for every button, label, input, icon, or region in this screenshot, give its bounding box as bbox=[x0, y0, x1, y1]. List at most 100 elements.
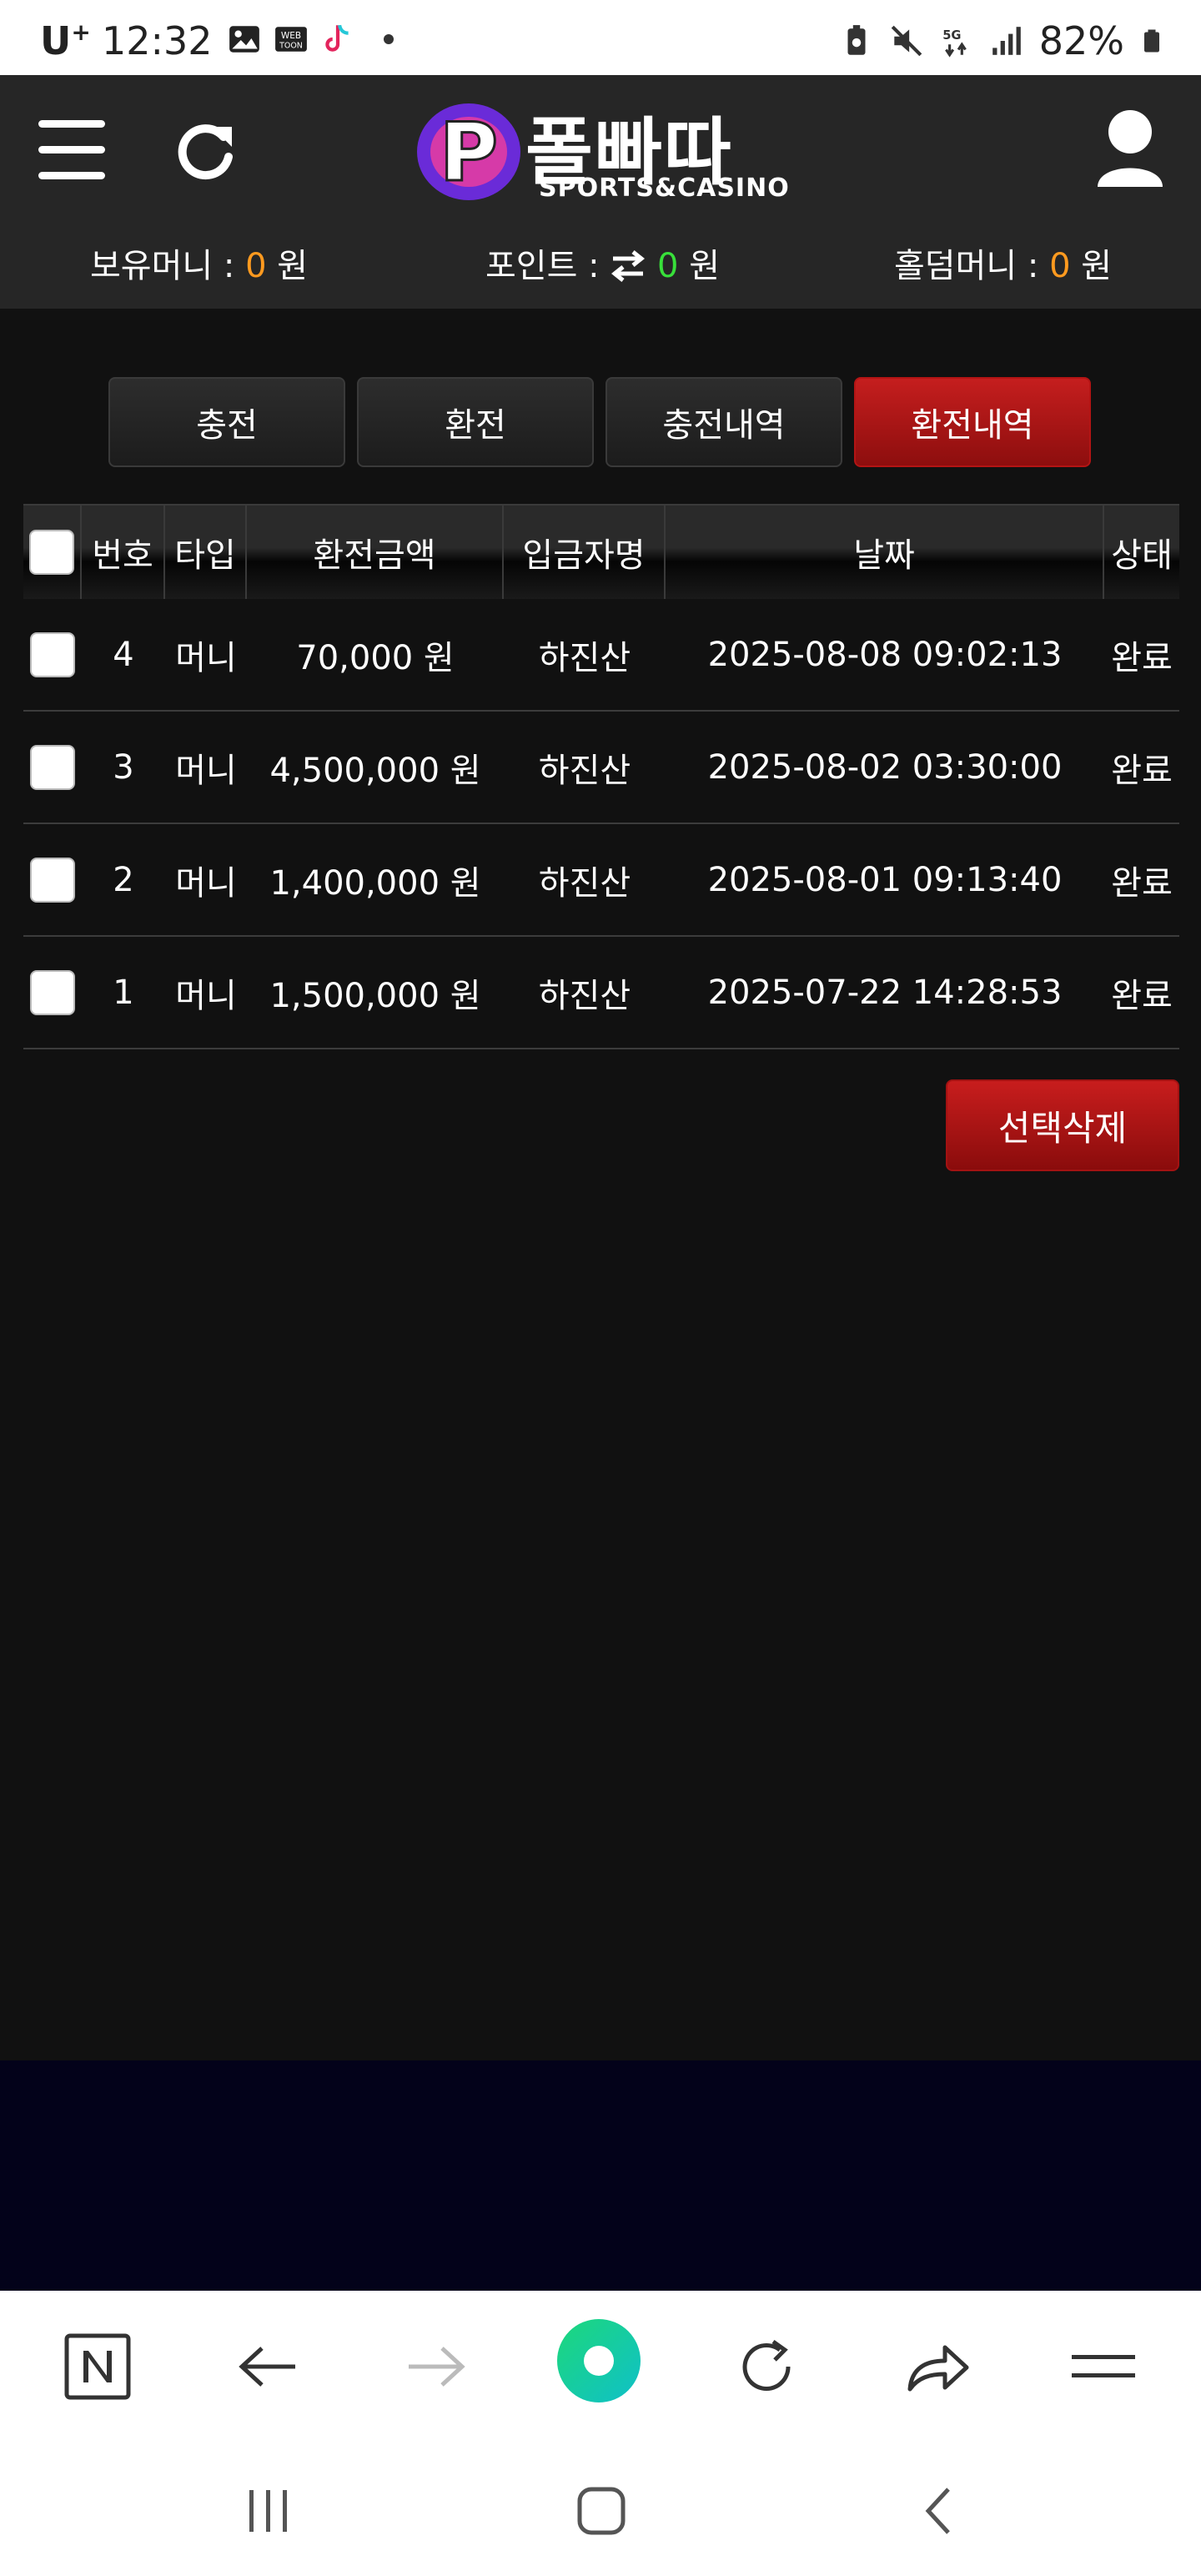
cell-type: 머니 bbox=[175, 638, 237, 677]
header-date: 날짜 bbox=[666, 506, 1104, 599]
balance-money: 보유머니 : 0 원 bbox=[90, 247, 309, 285]
cell-date: 2025-08-08 09:02:13 bbox=[707, 635, 1063, 674]
cell-type: 머니 bbox=[175, 863, 237, 903]
site-logo[interactable]: P 폴빠따 SPORTS&CASINO bbox=[409, 93, 801, 210]
refresh-button[interactable] bbox=[173, 117, 240, 184]
system-back-button[interactable] bbox=[901, 2478, 976, 2544]
tab-withdraw-history[interactable]: 환전내역 bbox=[854, 377, 1091, 467]
footer-band bbox=[0, 2060, 1201, 2291]
swap-arrows-icon[interactable] bbox=[610, 249, 646, 282]
cell-amount: 4,500,000 원 bbox=[269, 751, 481, 790]
chevron-left-icon bbox=[925, 2488, 950, 2534]
site-header: P 폴빠따 SPORTS&CASINO 보유머니 : 0 원 포인트 : 0 원… bbox=[0, 75, 1201, 309]
forward-button[interactable] bbox=[399, 2329, 474, 2404]
cell-amount: 70,000 원 bbox=[296, 638, 455, 677]
cell-depositor: 하진산 bbox=[538, 976, 631, 1015]
notification-dot-icon bbox=[384, 34, 394, 44]
browser-toolbar bbox=[0, 2291, 1201, 2444]
cell-depositor: 하진산 bbox=[538, 638, 631, 677]
header-depositor: 입금자명 bbox=[504, 506, 666, 599]
tab-bar: 충전 환전 충전내역 환전내역 bbox=[108, 377, 1091, 467]
cell-depositor: 하진산 bbox=[538, 863, 631, 903]
svg-text:P: P bbox=[440, 106, 498, 199]
header-amount: 환전금액 bbox=[247, 506, 504, 599]
cell-amount: 1,400,000 원 bbox=[269, 863, 481, 903]
holdem-value: 0 bbox=[1049, 247, 1071, 285]
cell-date: 2025-07-22 14:28:53 bbox=[707, 973, 1063, 1012]
cell-status: 완료 bbox=[1111, 863, 1173, 903]
share-arrow-icon bbox=[907, 2345, 969, 2392]
arrow-right-icon bbox=[409, 2347, 465, 2387]
user-button[interactable] bbox=[1093, 107, 1168, 190]
arrow-left-icon bbox=[239, 2347, 295, 2387]
delete-selected-button[interactable]: 선택삭제 bbox=[946, 1079, 1179, 1171]
balance-value: 0 bbox=[245, 247, 267, 285]
battery-icon bbox=[1144, 29, 1159, 53]
share-button[interactable] bbox=[899, 2329, 974, 2404]
holdem-money: 홀덤머니 : 0 원 bbox=[894, 247, 1113, 285]
cell-depositor: 하진산 bbox=[538, 751, 631, 790]
hamburger-icon bbox=[1072, 2355, 1135, 2377]
table-header: 번호 타입 환전금액 입금자명 날짜 상태 bbox=[23, 504, 1179, 599]
svg-text:TOON: TOON bbox=[279, 42, 303, 51]
naver-home-button[interactable] bbox=[60, 2329, 135, 2404]
tab-deposit[interactable]: 충전 bbox=[108, 377, 345, 467]
5g-icon: 5G bbox=[942, 28, 967, 58]
back-button[interactable] bbox=[230, 2329, 305, 2404]
select-all-checkbox[interactable] bbox=[29, 530, 74, 575]
logo-badge-icon: P bbox=[417, 103, 520, 201]
logo-subtitle: SPORTS&CASINO bbox=[539, 174, 790, 203]
withdraw-history-table: 번호 타입 환전금액 입금자명 날짜 상태 4 머니 70,000 원 하진산 … bbox=[23, 504, 1179, 1049]
svg-text:5G: 5G bbox=[942, 28, 961, 43]
row-checkbox[interactable] bbox=[30, 744, 75, 790]
reload-icon bbox=[742, 2339, 791, 2391]
header-status: 상태 bbox=[1111, 536, 1173, 575]
menu-button[interactable] bbox=[38, 115, 108, 185]
cell-date: 2025-08-02 03:30:00 bbox=[707, 747, 1063, 787]
point-money: 포인트 : 0 원 bbox=[485, 247, 721, 285]
green-circle-icon bbox=[557, 2319, 641, 2402]
home-square-icon bbox=[577, 2487, 626, 2535]
system-nav-bar bbox=[0, 2444, 1201, 2576]
table-row: 3 머니 4,500,000 원 하진산 2025-08-02 03:30:00… bbox=[23, 712, 1179, 824]
tab-withdraw[interactable]: 환전 bbox=[357, 377, 594, 467]
recent-apps-icon bbox=[249, 2490, 287, 2532]
green-dot-button[interactable] bbox=[555, 2317, 642, 2404]
refresh-icon bbox=[178, 124, 233, 180]
row-checkbox[interactable] bbox=[30, 631, 75, 677]
cell-no: 2 bbox=[113, 860, 134, 899]
row-checkbox[interactable] bbox=[30, 969, 75, 1015]
recent-apps-button[interactable] bbox=[230, 2478, 305, 2544]
cell-date: 2025-08-01 09:13:40 bbox=[707, 860, 1063, 899]
table-row: 4 머니 70,000 원 하진산 2025-08-08 09:02:13 완료 bbox=[23, 599, 1179, 712]
carrier-label: U+ bbox=[40, 18, 91, 63]
battery-percent: 82% bbox=[1038, 18, 1124, 63]
gallery-icon bbox=[229, 26, 259, 53]
cell-no: 3 bbox=[113, 747, 134, 787]
table-row: 1 머니 1,500,000 원 하진산 2025-07-22 14:28:53… bbox=[23, 937, 1179, 1049]
naver-n-icon bbox=[64, 2333, 131, 2400]
cell-type: 머니 bbox=[175, 751, 237, 790]
cell-status: 완료 bbox=[1111, 751, 1173, 790]
status-bar: U+ 12:32 WEB TOON 5G 82% bbox=[0, 0, 1201, 75]
user-icon bbox=[1098, 110, 1163, 187]
mute-icon bbox=[891, 25, 922, 57]
table-row: 2 머니 1,400,000 원 하진산 2025-08-01 09:13:40… bbox=[23, 824, 1179, 937]
reload-button[interactable] bbox=[729, 2329, 804, 2404]
cell-status: 완료 bbox=[1111, 638, 1173, 677]
cell-no: 4 bbox=[113, 635, 134, 674]
home-button[interactable] bbox=[564, 2478, 639, 2544]
hamburger-icon bbox=[38, 115, 108, 179]
svg-text:WEB: WEB bbox=[281, 31, 301, 41]
header-type: 타입 bbox=[165, 506, 247, 599]
header-no: 번호 bbox=[82, 506, 165, 599]
tiktok-icon bbox=[325, 24, 349, 52]
row-checkbox[interactable] bbox=[30, 857, 75, 903]
signal-icon bbox=[992, 27, 1021, 55]
webtoon-icon: WEBTOON bbox=[275, 27, 307, 52]
browser-menu-button[interactable] bbox=[1066, 2329, 1141, 2404]
status-time: 12:32 bbox=[102, 18, 213, 63]
point-value: 0 bbox=[657, 247, 679, 285]
tab-deposit-history[interactable]: 충전내역 bbox=[606, 377, 842, 467]
money-summary: 보유머니 : 0 원 포인트 : 0 원 홀덤머니 : 0 원 bbox=[0, 239, 1201, 289]
